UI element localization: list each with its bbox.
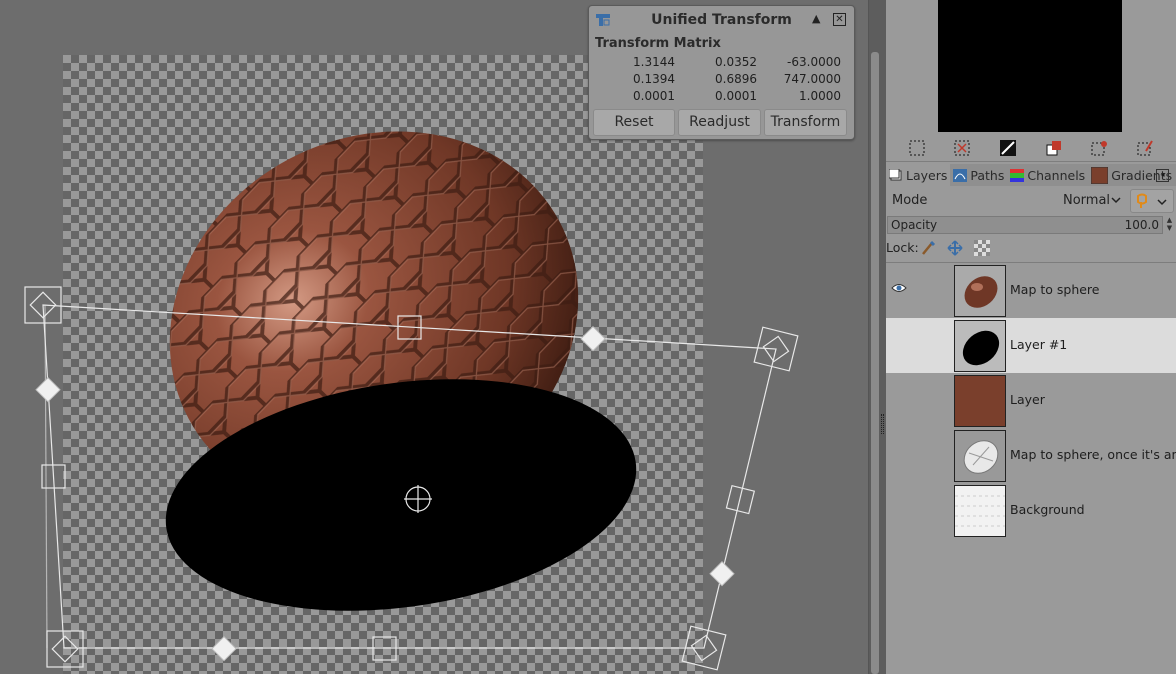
layer-name: Layer xyxy=(1010,392,1045,407)
layer-thumbnail xyxy=(954,485,1006,537)
channels-icon xyxy=(1010,168,1025,182)
opacity-row: Opacity 100.0 ▲ ▼ xyxy=(886,216,1176,234)
navigation-preview[interactable] xyxy=(938,0,1122,132)
matrix-cell: 1.0000 xyxy=(799,89,841,103)
chevron-down-icon xyxy=(1157,199,1167,206)
mode-value: Normal xyxy=(1063,193,1111,208)
layer-name: Background xyxy=(1010,502,1085,517)
matrix-cell: -63.0000 xyxy=(787,55,841,69)
opacity-label: Opacity xyxy=(891,218,938,232)
lock-position-icon[interactable] xyxy=(947,240,963,256)
chain-icon xyxy=(1137,193,1147,208)
layer-thumbnail xyxy=(954,375,1006,427)
matrix-cell: 0.6896 xyxy=(715,72,757,86)
layer-row[interactable]: Map to sphere xyxy=(886,263,1176,318)
right-dock: Layers Paths Channels Gradients ◂ Mode N… xyxy=(886,0,1176,674)
lock-pixels-icon[interactable] xyxy=(920,240,936,256)
dialog-titlebar[interactable]: Unified Transform ▲ ✕ xyxy=(589,6,854,34)
layer-name: Layer #1 xyxy=(1010,337,1068,352)
matrix-row: 0.1394 0.6896 747.0000 xyxy=(593,71,843,88)
lock-row: Lock: xyxy=(886,237,1176,259)
matrix-cell: 747.0000 xyxy=(783,72,841,86)
mode-label: Mode xyxy=(892,193,928,208)
invert-selection-icon[interactable] xyxy=(999,139,1017,157)
composite-mode-button[interactable] xyxy=(1130,189,1174,213)
layer-thumbnail xyxy=(954,430,1006,482)
opacity-spinner[interactable]: ▲ ▼ xyxy=(1164,216,1175,234)
transform-matrix: 1.3144 0.0352 -63.0000 0.1394 0.6896 747… xyxy=(593,54,843,105)
layer-row[interactable]: Layer xyxy=(886,373,1176,428)
vertical-scrollbar[interactable] xyxy=(868,0,880,674)
matrix-cell: 0.0001 xyxy=(715,89,757,103)
matrix-row: 0.0001 0.0001 1.0000 xyxy=(593,88,843,105)
matrix-cell: 0.0001 xyxy=(633,89,675,103)
visibility-eye-icon[interactable] xyxy=(891,447,907,459)
selection-to-channel-icon[interactable] xyxy=(1045,139,1063,157)
opacity-slider[interactable]: Opacity 100.0 xyxy=(887,216,1163,234)
matrix-row: 1.3144 0.0352 -63.0000 xyxy=(593,54,843,71)
matrix-cell: 1.3144 xyxy=(633,55,675,69)
layer-mode-row: Mode Normal xyxy=(886,188,1176,214)
visibility-eye-icon[interactable] xyxy=(891,337,907,349)
visibility-eye-icon[interactable] xyxy=(891,392,907,404)
tab-label: Paths xyxy=(970,167,1005,183)
stroke-selection-icon[interactable] xyxy=(1136,139,1154,157)
tab-label: Layers xyxy=(906,167,948,183)
gradients-icon xyxy=(1091,166,1109,184)
layers-list: Map to sphere Layer #1 Layer Map to sphere,… xyxy=(886,262,1176,674)
tab-menu-icon[interactable]: ◂ xyxy=(1156,169,1169,182)
scrollbar-thumb[interactable] xyxy=(871,52,879,674)
paths-icon xyxy=(953,168,968,182)
matrix-cell: 0.1394 xyxy=(633,72,675,86)
lock-alpha-icon[interactable] xyxy=(974,240,990,256)
matrix-cell: 0.0352 xyxy=(715,55,757,69)
layer-row[interactable]: Map to sphere, once it's an egg xyxy=(886,428,1176,483)
collapse-icon[interactable]: ▲ xyxy=(812,12,820,25)
visibility-eye-icon[interactable] xyxy=(891,282,907,294)
close-icon[interactable]: ✕ xyxy=(833,13,846,26)
tab-channels[interactable]: Channels xyxy=(1007,164,1088,186)
layer-row[interactable]: Layer #1 xyxy=(886,318,1176,373)
chevron-down-icon xyxy=(1111,197,1121,204)
layer-row[interactable]: Background xyxy=(886,483,1176,538)
layer-name: Map to sphere xyxy=(1010,282,1100,297)
layer-thumbnail xyxy=(954,265,1006,317)
layer-name: Map to sphere, once it's an egg xyxy=(1010,447,1176,462)
lock-label: Lock: xyxy=(886,240,919,255)
reset-button[interactable]: Reset xyxy=(593,109,675,136)
selection-to-path-icon[interactable] xyxy=(1090,139,1108,157)
readjust-button[interactable]: Readjust xyxy=(678,109,761,136)
dialog-button-bar: Reset Readjust Transform xyxy=(593,109,847,136)
matrix-heading: Transform Matrix xyxy=(595,36,721,51)
tab-label: Channels xyxy=(1027,167,1086,183)
tab-layers[interactable]: Layers xyxy=(886,164,951,186)
select-none-icon[interactable] xyxy=(953,139,971,157)
opacity-value: 100.0 xyxy=(1124,218,1159,232)
select-all-icon[interactable] xyxy=(908,139,926,157)
separator-grip[interactable] xyxy=(881,414,884,434)
layer-thumbnail xyxy=(954,320,1006,372)
transform-button[interactable]: Transform xyxy=(764,109,847,136)
layers-icon xyxy=(889,168,902,180)
dock-tabs: Layers Paths Channels Gradients xyxy=(886,164,1176,186)
visibility-eye-icon[interactable] xyxy=(891,502,907,514)
unified-transform-dialog: Unified Transform ▲ ✕ Transform Matrix 1… xyxy=(588,5,855,140)
tab-paths[interactable]: Paths xyxy=(950,164,1007,186)
selection-toolbar xyxy=(886,134,1176,162)
